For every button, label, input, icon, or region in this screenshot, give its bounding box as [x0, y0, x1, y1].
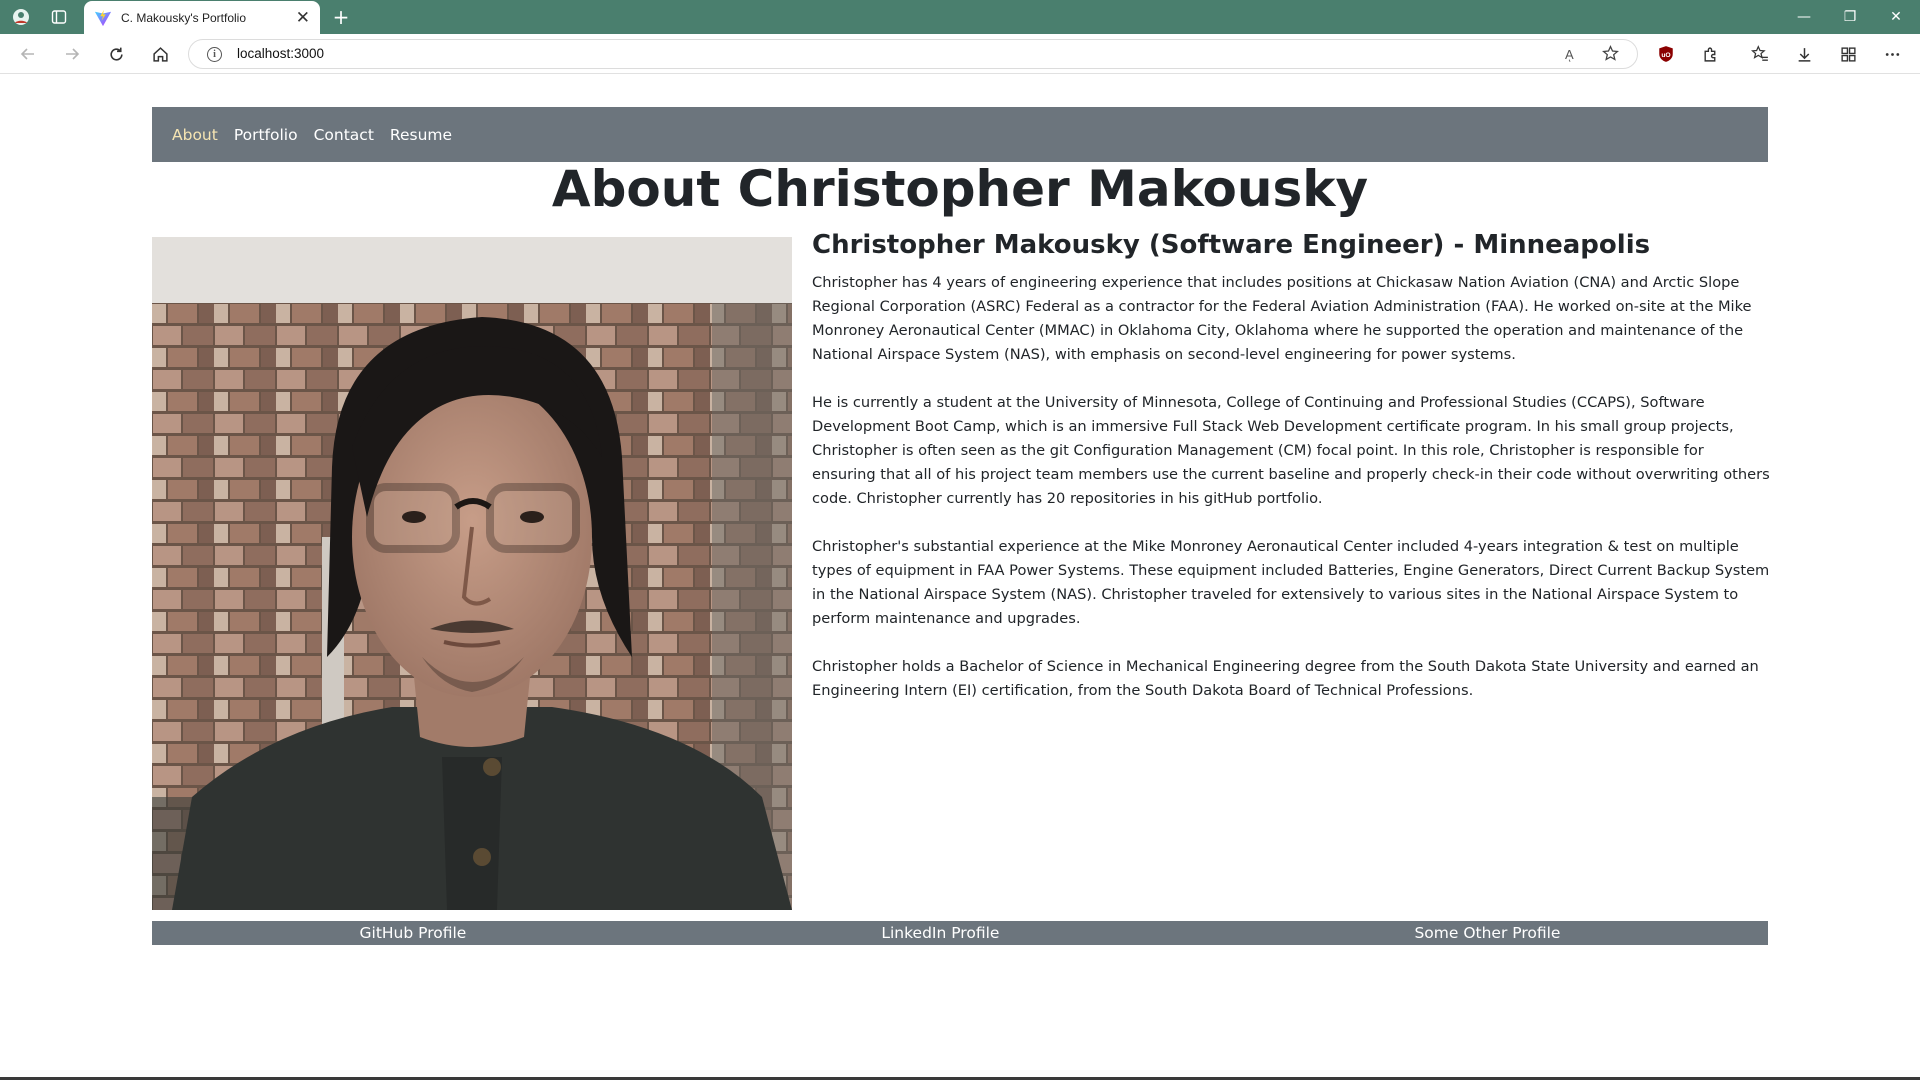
- tab-close-icon[interactable]: ✕: [296, 8, 310, 28]
- site-info-icon[interactable]: i: [207, 47, 222, 62]
- site-navbar: About Portfolio Contact Resume: [152, 107, 1768, 162]
- svg-text:uO: uO: [1661, 52, 1670, 59]
- vite-favicon-icon: [94, 9, 112, 26]
- profile-icon[interactable]: [8, 4, 34, 30]
- home-button[interactable]: [146, 41, 174, 67]
- github-profile-link[interactable]: GitHub Profile: [360, 924, 467, 942]
- bio-section: Christopher Makousky (Software Engineer)…: [812, 228, 1772, 727]
- ublock-extension-icon[interactable]: uO: [1652, 41, 1680, 67]
- other-profile-link[interactable]: Some Other Profile: [1414, 924, 1560, 942]
- favorites-icon[interactable]: [1746, 41, 1774, 67]
- bio-paragraph: Christopher holds a Bachelor of Science …: [812, 658, 1759, 699]
- back-button[interactable]: [14, 41, 42, 67]
- address-bar[interactable]: i localhost:3000 Aͅ: [188, 39, 1638, 69]
- page-title: About Christopher Makousky: [551, 160, 1369, 218]
- tab-portfolio[interactable]: C. Makousky's Portfolio ✕: [84, 1, 320, 34]
- tab-actions-icon[interactable]: [46, 4, 72, 30]
- nav-about[interactable]: About: [172, 126, 218, 144]
- extensions-icon[interactable]: [1696, 41, 1724, 67]
- bio-heading: Christopher Makousky (Software Engineer)…: [812, 230, 1651, 260]
- profile-photo: [152, 237, 792, 910]
- refresh-button[interactable]: [102, 41, 130, 67]
- forward-button[interactable]: [58, 41, 86, 67]
- collections-icon[interactable]: [1834, 41, 1862, 67]
- nav-resume[interactable]: Resume: [390, 126, 452, 144]
- site-footer: GitHub Profile LinkedIn Profile Some Oth…: [152, 921, 1768, 945]
- browser-toolbar: i localhost:3000 Aͅ uO: [0, 34, 1920, 74]
- favorite-star-icon[interactable]: [1602, 45, 1619, 66]
- linkedin-profile-link[interactable]: LinkedIn Profile: [881, 924, 999, 942]
- restore-button[interactable]: ❐: [1828, 0, 1872, 34]
- new-tab-button[interactable]: +: [328, 4, 354, 30]
- browser-tab-strip: C. Makousky's Portfolio ✕ + — ❐ ✕: [0, 0, 1920, 34]
- bio-paragraph: He is currently a student at the Univers…: [812, 394, 1770, 507]
- bio-paragraph: Christopher has 4 years of engineering e…: [812, 274, 1752, 363]
- downloads-icon[interactable]: [1790, 41, 1818, 67]
- close-window-button[interactable]: ✕: [1874, 0, 1918, 34]
- nav-portfolio[interactable]: Portfolio: [234, 126, 298, 144]
- read-aloud-icon[interactable]: Aͅ: [1565, 47, 1574, 62]
- bio-paragraph: Christopher's substantial experience at …: [812, 538, 1770, 627]
- nav-contact[interactable]: Contact: [314, 126, 374, 144]
- address-url[interactable]: localhost:3000: [237, 46, 324, 61]
- minimize-button[interactable]: —: [1782, 0, 1826, 34]
- tab-title: C. Makousky's Portfolio: [121, 10, 246, 25]
- more-menu-icon[interactable]: [1878, 41, 1906, 67]
